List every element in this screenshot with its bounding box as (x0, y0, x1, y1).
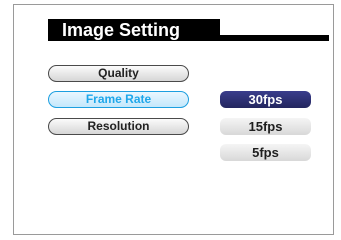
menu-item-resolution[interactable]: Resolution (48, 118, 189, 135)
menu-item-quality[interactable]: Quality (48, 65, 189, 82)
title-bar-notch (220, 19, 329, 35)
option-30fps[interactable]: 30fps (220, 91, 311, 108)
menu-item-frame-rate[interactable]: Frame Rate (48, 91, 189, 108)
option-15fps[interactable]: 15fps (220, 118, 311, 135)
option-5fps[interactable]: 5fps (220, 144, 311, 161)
